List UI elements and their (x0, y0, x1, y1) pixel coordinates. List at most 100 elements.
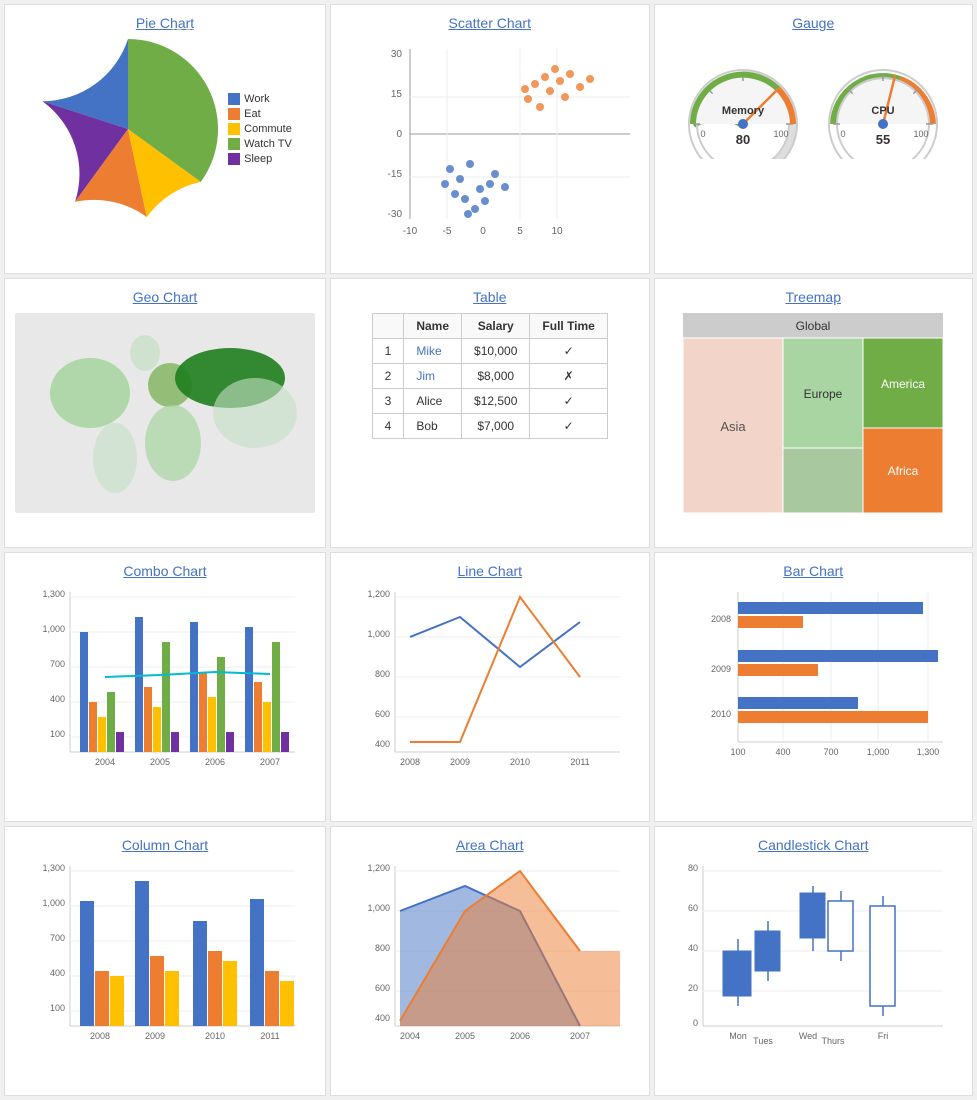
svg-text:2004: 2004 (400, 1031, 420, 1041)
pie-chart-title[interactable]: Pie Chart (136, 15, 194, 31)
svg-text:Europe: Europe (804, 387, 843, 401)
svg-text:400: 400 (50, 694, 65, 704)
table-chart-title[interactable]: Table (473, 289, 506, 305)
svg-text:Asia: Asia (721, 419, 747, 434)
svg-text:Africa: Africa (888, 464, 919, 478)
svg-text:30: 30 (391, 49, 403, 60)
candlestick-svg: 80 60 40 20 0 Mon Tues Wed Thurs Fri (673, 861, 953, 1061)
charts-grid: Pie Chart Work Eat Commute Watch TV Slee… (0, 0, 977, 1100)
table-row: 4 Bob $7,000 ✓ (372, 414, 607, 439)
svg-text:400: 400 (776, 747, 791, 757)
svg-text:60: 60 (688, 903, 698, 913)
svg-text:2005: 2005 (455, 1031, 475, 1041)
data-table: Name Salary Full Time 1 Mike $10,000 ✓ 2… (372, 313, 608, 439)
svg-text:2009: 2009 (450, 757, 470, 767)
svg-text:Mon: Mon (729, 1031, 747, 1041)
gauge-chart-cell: Gauge (654, 4, 974, 274)
svg-text:2010: 2010 (205, 1031, 225, 1041)
svg-text:100: 100 (914, 129, 929, 139)
row-salary: $12,500 (462, 389, 530, 414)
svg-text:1,200: 1,200 (367, 863, 390, 873)
svg-text:Memory: Memory (722, 105, 765, 117)
bar-chart-cell: Bar Chart 100 400 700 1,000 1,300 2008 2… (654, 552, 974, 822)
svg-text:-30: -30 (387, 209, 402, 220)
combo-chart-cell: Combo Chart 1,300 1,000 700 400 100 2004… (4, 552, 326, 822)
cpu-gauge-svg: CPU 0 100 55 (823, 59, 943, 159)
svg-text:0: 0 (701, 129, 706, 139)
svg-text:100: 100 (774, 129, 789, 139)
column-svg: 1,300 1,000 700 400 100 2008 2009 2010 2… (25, 861, 305, 1061)
svg-text:1,000: 1,000 (867, 747, 890, 757)
column-chart-cell: Column Chart 1,300 1,000 700 400 100 200… (4, 826, 326, 1096)
row-fulltime: ✓ (530, 339, 607, 364)
col-num (372, 314, 404, 339)
scatter-svg: 30 15 0 -15 -30 -10 -5 0 5 10 (350, 39, 630, 259)
pie-chart-svg (38, 39, 218, 219)
treemap-chart-title[interactable]: Treemap (785, 289, 841, 305)
col-salary: Salary (462, 314, 530, 339)
svg-text:400: 400 (375, 1013, 390, 1023)
row-name: Bob (404, 414, 462, 439)
row-name: Mike (404, 339, 462, 364)
svg-text:1,000: 1,000 (42, 898, 65, 908)
svg-text:-10: -10 (403, 226, 418, 237)
svg-text:2010: 2010 (711, 709, 731, 719)
candlestick-chart-title[interactable]: Candlestick Chart (758, 837, 869, 853)
legend-watchtv: Watch TV (244, 138, 292, 150)
svg-text:600: 600 (375, 709, 390, 719)
gauge-chart-title[interactable]: Gauge (792, 15, 834, 31)
geo-chart-title[interactable]: Geo Chart (133, 289, 198, 305)
pie-legend: Work Eat Commute Watch TV Sleep (228, 93, 292, 165)
treemap-chart-cell: Treemap Global Asia Europe America Afric… (654, 278, 974, 548)
legend-work: Work (244, 93, 269, 105)
scatter-chart-cell: Scatter Chart 30 15 0 -15 -30 -10 -5 0 5… (330, 4, 650, 274)
svg-text:2009: 2009 (145, 1031, 165, 1041)
svg-text:1,300: 1,300 (42, 863, 65, 873)
area-chart-title[interactable]: Area Chart (456, 837, 524, 853)
svg-text:2007: 2007 (260, 757, 280, 767)
svg-text:100: 100 (50, 729, 65, 739)
svg-text:0: 0 (841, 129, 846, 139)
svg-text:800: 800 (375, 943, 390, 953)
svg-text:2008: 2008 (400, 757, 420, 767)
line-svg: 1,200 1,000 800 600 400 2008 2009 2010 2… (350, 587, 630, 787)
memory-gauge-svg: Memory 0 100 80 (683, 59, 803, 159)
svg-text:2004: 2004 (95, 757, 115, 767)
row-salary: $7,000 (462, 414, 530, 439)
row-salary: $8,000 (462, 364, 530, 389)
combo-chart-title[interactable]: Combo Chart (123, 563, 206, 579)
candlestick-chart-cell: Candlestick Chart 80 60 40 20 0 Mon Tues… (654, 826, 974, 1096)
line-chart-title[interactable]: Line Chart (457, 563, 522, 579)
column-chart-title[interactable]: Column Chart (122, 837, 208, 853)
col-name: Name (404, 314, 462, 339)
svg-text:100: 100 (50, 1003, 65, 1013)
svg-text:600: 600 (375, 983, 390, 993)
bar-chart-title[interactable]: Bar Chart (783, 563, 843, 579)
svg-text:2006: 2006 (205, 757, 225, 767)
svg-text:2010: 2010 (510, 757, 530, 767)
svg-text:55: 55 (876, 132, 890, 147)
svg-text:400: 400 (50, 968, 65, 978)
svg-text:100: 100 (731, 747, 746, 757)
geo-chart-cell: Geo Chart (4, 278, 326, 548)
svg-text:2011: 2011 (570, 757, 589, 767)
svg-text:5: 5 (517, 226, 523, 237)
svg-text:Wed: Wed (799, 1031, 817, 1041)
row-fulltime: ✗ (530, 364, 607, 389)
svg-text:CPU: CPU (872, 105, 895, 117)
svg-text:-5: -5 (442, 226, 451, 237)
scatter-chart-title[interactable]: Scatter Chart (449, 15, 531, 31)
svg-text:1,000: 1,000 (367, 629, 390, 639)
svg-text:Tues: Tues (753, 1036, 773, 1046)
row-salary: $10,000 (462, 339, 530, 364)
svg-text:1,200: 1,200 (367, 589, 390, 599)
col-fulltime: Full Time (530, 314, 607, 339)
svg-text:0: 0 (693, 1018, 698, 1028)
row-name: Jim (404, 364, 462, 389)
geo-svg (15, 313, 315, 513)
legend-commute: Commute (244, 123, 292, 135)
legend-sleep: Sleep (244, 153, 272, 165)
svg-text:Fri: Fri (878, 1031, 889, 1041)
bar-svg: 100 400 700 1,000 1,300 2008 2009 2010 (673, 587, 953, 787)
legend-eat: Eat (244, 108, 261, 120)
